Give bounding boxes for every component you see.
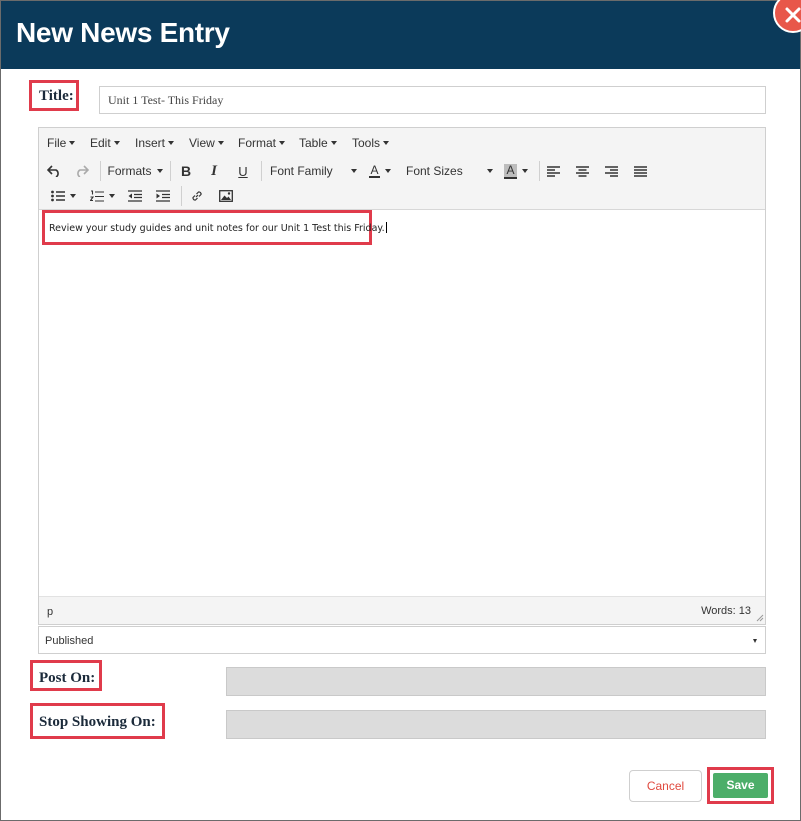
background-color-icon: A	[504, 162, 517, 179]
word-count: Words: 13	[701, 605, 751, 617]
align-justify-icon	[633, 165, 647, 177]
element-path[interactable]: p	[47, 606, 53, 618]
formats-label: Formats	[107, 164, 152, 178]
menu-view-label: View	[189, 136, 215, 150]
chevron-down-icon	[753, 639, 757, 643]
insert-image-button[interactable]	[216, 186, 236, 206]
align-justify-button[interactable]	[631, 161, 649, 181]
italic-button[interactable]: I	[205, 161, 223, 181]
menu-insert-label: Insert	[135, 136, 166, 150]
undo-icon	[47, 165, 59, 177]
align-right-icon	[604, 165, 618, 177]
menu-file[interactable]: File	[47, 136, 76, 150]
text-cursor	[385, 222, 387, 233]
align-right-button[interactable]	[602, 161, 620, 181]
link-icon	[192, 191, 202, 201]
editor-content-area[interactable]: Review your study guides and unit notes …	[39, 210, 765, 596]
font-sizes-dropdown[interactable]: Font Sizes	[401, 161, 493, 181]
title-input[interactable]: Unit 1 Test- This Friday	[99, 86, 766, 114]
title-label-highlight: Title:	[29, 80, 79, 111]
font-family-dropdown[interactable]: Font Family	[265, 161, 357, 181]
menu-view[interactable]: View	[189, 136, 224, 150]
insert-link-button[interactable]	[187, 186, 207, 206]
redo-icon	[77, 165, 89, 177]
save-button[interactable]: Save	[713, 773, 768, 798]
indent-icon	[156, 190, 170, 202]
menu-file-label: File	[47, 136, 67, 150]
menu-table[interactable]: Table	[299, 136, 337, 150]
dialog-header: New News Entry	[1, 1, 800, 69]
menu-format[interactable]: Format	[238, 136, 286, 150]
redo-button[interactable]	[73, 161, 91, 181]
resize-grip-icon[interactable]	[756, 614, 764, 622]
underline-button[interactable]: U	[234, 161, 252, 181]
bullet-list-icon	[50, 190, 65, 202]
align-left-button[interactable]	[544, 161, 562, 181]
editor-menubar: File Edit Insert View Format Table Tools	[39, 128, 765, 156]
image-icon	[219, 190, 233, 202]
text-color-button[interactable]: A	[363, 161, 397, 181]
undo-button[interactable]	[45, 161, 63, 181]
text-color-icon: A	[369, 163, 380, 178]
menu-tools[interactable]: Tools	[352, 136, 390, 150]
align-center-button[interactable]	[573, 161, 591, 181]
publish-status-value: Published	[45, 635, 94, 647]
post-on-label-highlight: Post On:	[30, 660, 102, 691]
align-left-icon	[546, 165, 560, 177]
content-text-wrap: Review your study guides and unit notes …	[49, 222, 387, 234]
menu-edit-label: Edit	[90, 136, 111, 150]
save-button-highlight: Save	[707, 767, 774, 804]
outdent-button[interactable]	[125, 186, 145, 206]
cancel-button[interactable]: Cancel	[629, 770, 702, 802]
indent-button[interactable]	[153, 186, 173, 206]
post-on-input[interactable]	[226, 667, 766, 696]
news-entry-dialog: New News Entry Title: Unit 1 Test- This …	[0, 0, 801, 821]
stop-showing-input[interactable]	[226, 710, 766, 739]
menu-table-label: Table	[299, 136, 328, 150]
numbered-list-button[interactable]	[85, 186, 119, 206]
editor-statusbar: p Words: 13	[39, 596, 765, 624]
rich-text-editor: File Edit Insert View Format Table Tools…	[38, 127, 766, 625]
bullet-list-button[interactable]	[47, 186, 79, 206]
stop-showing-label-highlight: Stop Showing On:	[30, 703, 165, 739]
editor-toolbar: Formats B I U Font Family A Font Sizes A	[39, 156, 765, 210]
menu-edit[interactable]: Edit	[90, 136, 120, 150]
outdent-icon	[128, 190, 142, 202]
content-highlight: Review your study guides and unit notes …	[42, 210, 387, 245]
dialog-title: New News Entry	[16, 17, 230, 48]
menu-tools-label: Tools	[352, 136, 381, 150]
stop-showing-label: Stop Showing On:	[39, 714, 156, 730]
editor-content-text: Review your study guides and unit notes …	[49, 223, 385, 234]
align-center-icon	[575, 165, 589, 177]
font-sizes-label: Font Sizes	[406, 164, 463, 178]
font-family-label: Font Family	[270, 164, 333, 178]
formats-dropdown[interactable]: Formats	[107, 161, 163, 181]
numbered-list-icon	[89, 189, 104, 202]
close-icon	[785, 7, 801, 23]
menu-insert[interactable]: Insert	[135, 136, 175, 150]
background-color-button[interactable]: A	[499, 161, 533, 181]
post-on-label: Post On:	[39, 670, 96, 686]
title-label: Title:	[39, 88, 74, 104]
publish-status-select[interactable]: Published	[38, 626, 766, 654]
bold-button[interactable]: B	[177, 161, 195, 181]
menu-format-label: Format	[238, 136, 277, 150]
